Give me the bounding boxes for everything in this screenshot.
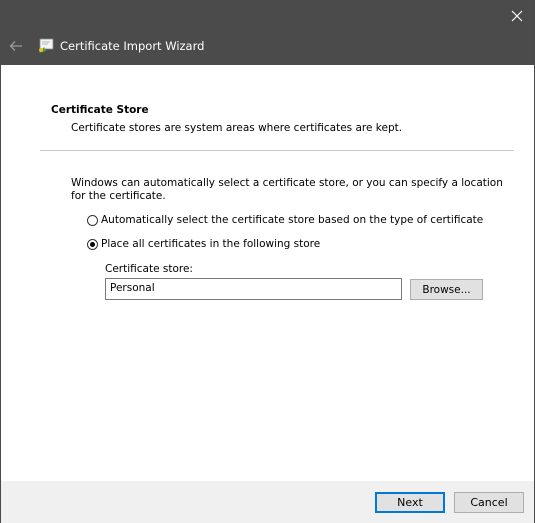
certificate-store-label: Certificate store: — [105, 263, 193, 275]
certificate-icon — [39, 38, 54, 53]
auto-select-label: Automatically select the certificate sto… — [101, 214, 484, 226]
footer-bar: Next Cancel — [1, 481, 534, 523]
close-button[interactable] — [500, 1, 534, 31]
header-divider — [40, 150, 514, 151]
place-in-store-label: Place all certificates in the following … — [101, 238, 321, 250]
close-icon — [511, 10, 523, 22]
place-in-store-radio[interactable] — [87, 238, 98, 250]
auto-select-radio[interactable] — [87, 214, 98, 226]
place-in-store-option[interactable]: Place all certificates in the following … — [87, 238, 320, 250]
intro-text: Windows can automatically select a certi… — [71, 177, 503, 202]
back-button[interactable] — [5, 35, 27, 57]
title-bar: Certificate Import Wizard — [1, 1, 534, 65]
section-heading: Certificate Store — [51, 104, 149, 116]
certificate-store-field[interactable]: Personal — [105, 278, 402, 300]
back-arrow-icon — [9, 41, 22, 51]
section-description: Certificate stores are system areas wher… — [71, 122, 403, 134]
wizard-window: Certificate Import Wizard Certificate St… — [0, 0, 535, 523]
auto-select-option[interactable]: Automatically select the certificate sto… — [87, 214, 483, 226]
cancel-button[interactable]: Cancel — [454, 492, 524, 513]
browse-button[interactable]: Browse... — [410, 279, 483, 300]
next-button[interactable]: Next — [375, 492, 445, 513]
window-title: Certificate Import Wizard — [60, 39, 205, 53]
